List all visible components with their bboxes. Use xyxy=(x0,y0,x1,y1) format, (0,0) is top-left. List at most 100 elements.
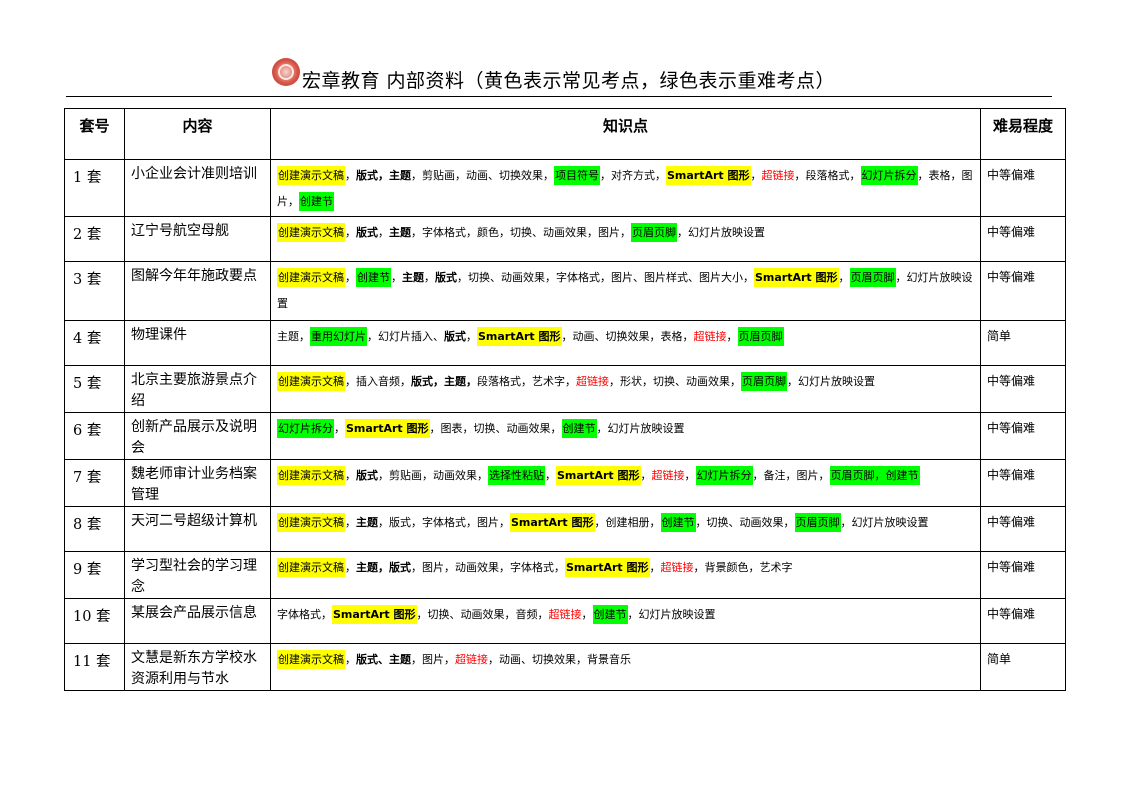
set-number: 6 套 xyxy=(64,412,125,460)
common-point-highlight: SmartArt 图形 xyxy=(477,327,562,346)
difficulty-level: 中等偏难 xyxy=(980,506,1066,552)
table-row: 3 套图解今年年施政要点 创建演示文稿，创建节，主题，版式，切换、动画效果，字体格… xyxy=(64,261,1066,321)
knowledge-text: ， xyxy=(345,561,356,574)
set-number: 7 套 xyxy=(64,459,125,507)
knowledge-text: 版式，主题， xyxy=(411,375,477,388)
knowledge-text: ， xyxy=(750,169,762,182)
table-row: 8 套天河二号超级计算机 创建演示文稿，主题，版式，字体格式，图片，SmartAr… xyxy=(64,506,1066,552)
knowledge-text: ， xyxy=(334,422,345,435)
knowledge-text: ， xyxy=(345,226,356,239)
set-number: 3 套 xyxy=(64,261,125,321)
knowledge-text: ， xyxy=(345,469,356,482)
set-number: 10 套 xyxy=(64,598,125,644)
content-title: 北京主要旅游景点介绍 xyxy=(124,365,271,413)
knowledge-points: 创建演示文稿，版式，剪贴画，动画效果，选择性粘贴，SmartArt 图形，超链接… xyxy=(270,459,981,507)
table-header-row: 套号 内容 知识点 难易程度 xyxy=(64,108,1066,160)
knowledge-text: ，剪贴画，动画、切换效果， xyxy=(411,169,554,182)
table-row: 9 套学习型社会的学习理念 创建演示文稿，主题，版式，图片，动画效果，字体格式，S… xyxy=(64,551,1066,599)
header-content: 内容 xyxy=(124,108,271,160)
content-title: 魏老师审计业务档案管理 xyxy=(124,459,271,507)
knowledge-text: 版式 xyxy=(356,469,378,482)
seal-logo xyxy=(272,58,300,86)
knowledge-text: ， xyxy=(391,271,402,284)
hyperlink-point: 超链接 xyxy=(455,653,488,666)
key-point-highlight: 幻灯片拆分 xyxy=(277,419,334,438)
key-point-highlight: 页眉页脚 xyxy=(794,513,841,532)
knowledge-text: ， xyxy=(684,469,696,482)
difficulty-level: 中等偏难 xyxy=(980,261,1066,321)
knowledge-points: 幻灯片拆分，SmartArt 图形，图表，切换、动画效果，创建节，幻灯片放映设置 xyxy=(270,412,981,460)
knowledge-points: 创建演示文稿，主题，版式，字体格式，图片，SmartArt 图形，创建相册，创建… xyxy=(270,506,981,552)
hyperlink-point: 超链接 xyxy=(761,169,795,182)
knowledge-text: ， xyxy=(581,608,593,621)
common-point-highlight: 创建演示文稿 xyxy=(277,372,345,391)
knowledge-text: 段落格式，艺术字， xyxy=(477,375,576,388)
knowledge-text: 版式 xyxy=(435,271,457,284)
content-title: 学习型社会的学习理念 xyxy=(124,551,271,599)
table-row: 7 套魏老师审计业务档案管理 创建演示文稿，版式，剪贴画，动画效果，选择性粘贴，S… xyxy=(64,459,1066,507)
knowledge-text: ， xyxy=(345,169,356,182)
knowledge-text: ， xyxy=(545,469,556,482)
knowledge-text: ，幻灯片放映设置 xyxy=(840,516,929,529)
common-point-highlight: 创建演示文稿 xyxy=(277,166,345,185)
common-point-highlight: 创建演示文稿 xyxy=(277,650,345,669)
knowledge-text: ，剪贴画，动画效果， xyxy=(378,469,488,482)
knowledge-text: ，图片， xyxy=(411,653,455,666)
common-point-highlight: SmartArt 图形 xyxy=(332,605,417,624)
key-point-highlight: 创建节 xyxy=(356,268,391,287)
common-point-highlight: SmartArt 图形 xyxy=(345,419,430,438)
difficulty-level: 中等偏难 xyxy=(980,216,1066,262)
knowledge-points: 字体格式，SmartArt 图形，切换、动画效果，音频，超链接，创建节，幻灯片放… xyxy=(270,598,981,644)
key-point-highlight: 创建节 xyxy=(592,605,628,624)
knowledge-text: 版式，主题 xyxy=(356,169,411,182)
common-point-highlight: 创建演示文稿 xyxy=(277,466,345,485)
knowledge-text: ， xyxy=(726,330,738,343)
page-title: 宏章教育 内部资料（黄色表示常见考点，绿色表示重难考点） xyxy=(302,70,836,92)
common-point-highlight: 创建演示文稿 xyxy=(277,513,345,532)
knowledge-text: ，切换、动画效果，字体格式，图片、图片样式、图片大小， xyxy=(457,271,754,284)
knowledge-text: ， xyxy=(345,653,356,666)
difficulty-level: 中等偏难 xyxy=(980,598,1066,644)
knowledge-text: 字体格式， xyxy=(277,608,332,621)
knowledge-text: ， xyxy=(466,330,477,343)
common-point-highlight: SmartArt 图形 xyxy=(565,558,650,577)
set-number: 4 套 xyxy=(64,320,125,366)
key-point-highlight: 选择性粘贴 xyxy=(488,466,545,485)
knowledge-text: 主题 xyxy=(356,516,378,529)
key-point-highlight: 创建节 xyxy=(299,192,334,211)
knowledge-points: 创建演示文稿，插入音频，版式，主题，段落格式，艺术字，超链接，形状，切换、动画效… xyxy=(270,365,981,413)
hyperlink-point: 超链接 xyxy=(548,608,582,621)
knowledge-text: ，版式，字体格式，图片， xyxy=(378,516,510,529)
set-number: 2 套 xyxy=(64,216,125,262)
knowledge-text: 主题 xyxy=(402,271,424,284)
common-point-highlight: 创建演示文稿 xyxy=(277,268,345,287)
knowledge-text: ，形状，切换、动画效果， xyxy=(609,375,741,388)
header-set: 套号 xyxy=(64,108,125,160)
knowledge-points: 主题，重用幻灯片，幻灯片插入、版式，SmartArt 图形，动画、切换效果，表格… xyxy=(270,320,981,366)
page-header: 宏章教育 内部资料（黄色表示常见考点，绿色表示重难考点） xyxy=(66,56,1052,97)
key-point-highlight: 创建节 xyxy=(660,513,696,532)
knowledge-points: 创建演示文稿，版式，主题，字体格式，颜色，切换、动画效果，图片，页眉页脚，幻灯片… xyxy=(270,216,981,262)
content-title: 小企业会计准则培训 xyxy=(124,159,271,217)
hyperlink-point: 超链接 xyxy=(660,561,694,574)
table-row: 6 套创新产品展示及说明会 幻灯片拆分，SmartArt 图形，图表，切换、动画效… xyxy=(64,412,1066,460)
table-row: 10 套某展会产品展示信息 字体格式，SmartArt 图形，切换、动画效果，音频… xyxy=(64,598,1066,644)
knowledge-text: ，图片，动画效果，字体格式， xyxy=(411,561,565,574)
knowledge-text: ，字体格式，颜色，切换、动画效果，图片， xyxy=(411,226,631,239)
common-point-highlight: SmartArt 图形 xyxy=(754,268,839,287)
hyperlink-point: 超链接 xyxy=(693,330,727,343)
hyperlink-point: 超链接 xyxy=(651,469,685,482)
knowledge-text: ， xyxy=(640,469,652,482)
header-knowledge: 知识点 xyxy=(270,108,981,160)
knowledge-text: ，段落格式， xyxy=(794,169,861,182)
key-point-highlight: 项目符号 xyxy=(554,166,600,185)
knowledge-text: ，幻灯片放映设置 xyxy=(596,422,685,435)
knowledge-table: 套号 内容 知识点 难易程度 1 套小企业会计准则培训 创建演示文稿，版式，主题，… xyxy=(64,108,1066,691)
difficulty-level: 简单 xyxy=(980,643,1066,691)
knowledge-text: ，图表，切换、动画效果， xyxy=(429,422,562,435)
difficulty-level: 中等偏难 xyxy=(980,412,1066,460)
knowledge-points: 创建演示文稿，版式、主题，图片，超链接，动画、切换效果，背景音乐 xyxy=(270,643,981,691)
knowledge-text: 版式 xyxy=(356,226,378,239)
knowledge-text: ，幻灯片放映设置 xyxy=(677,226,765,239)
set-number: 11 套 xyxy=(64,643,125,691)
